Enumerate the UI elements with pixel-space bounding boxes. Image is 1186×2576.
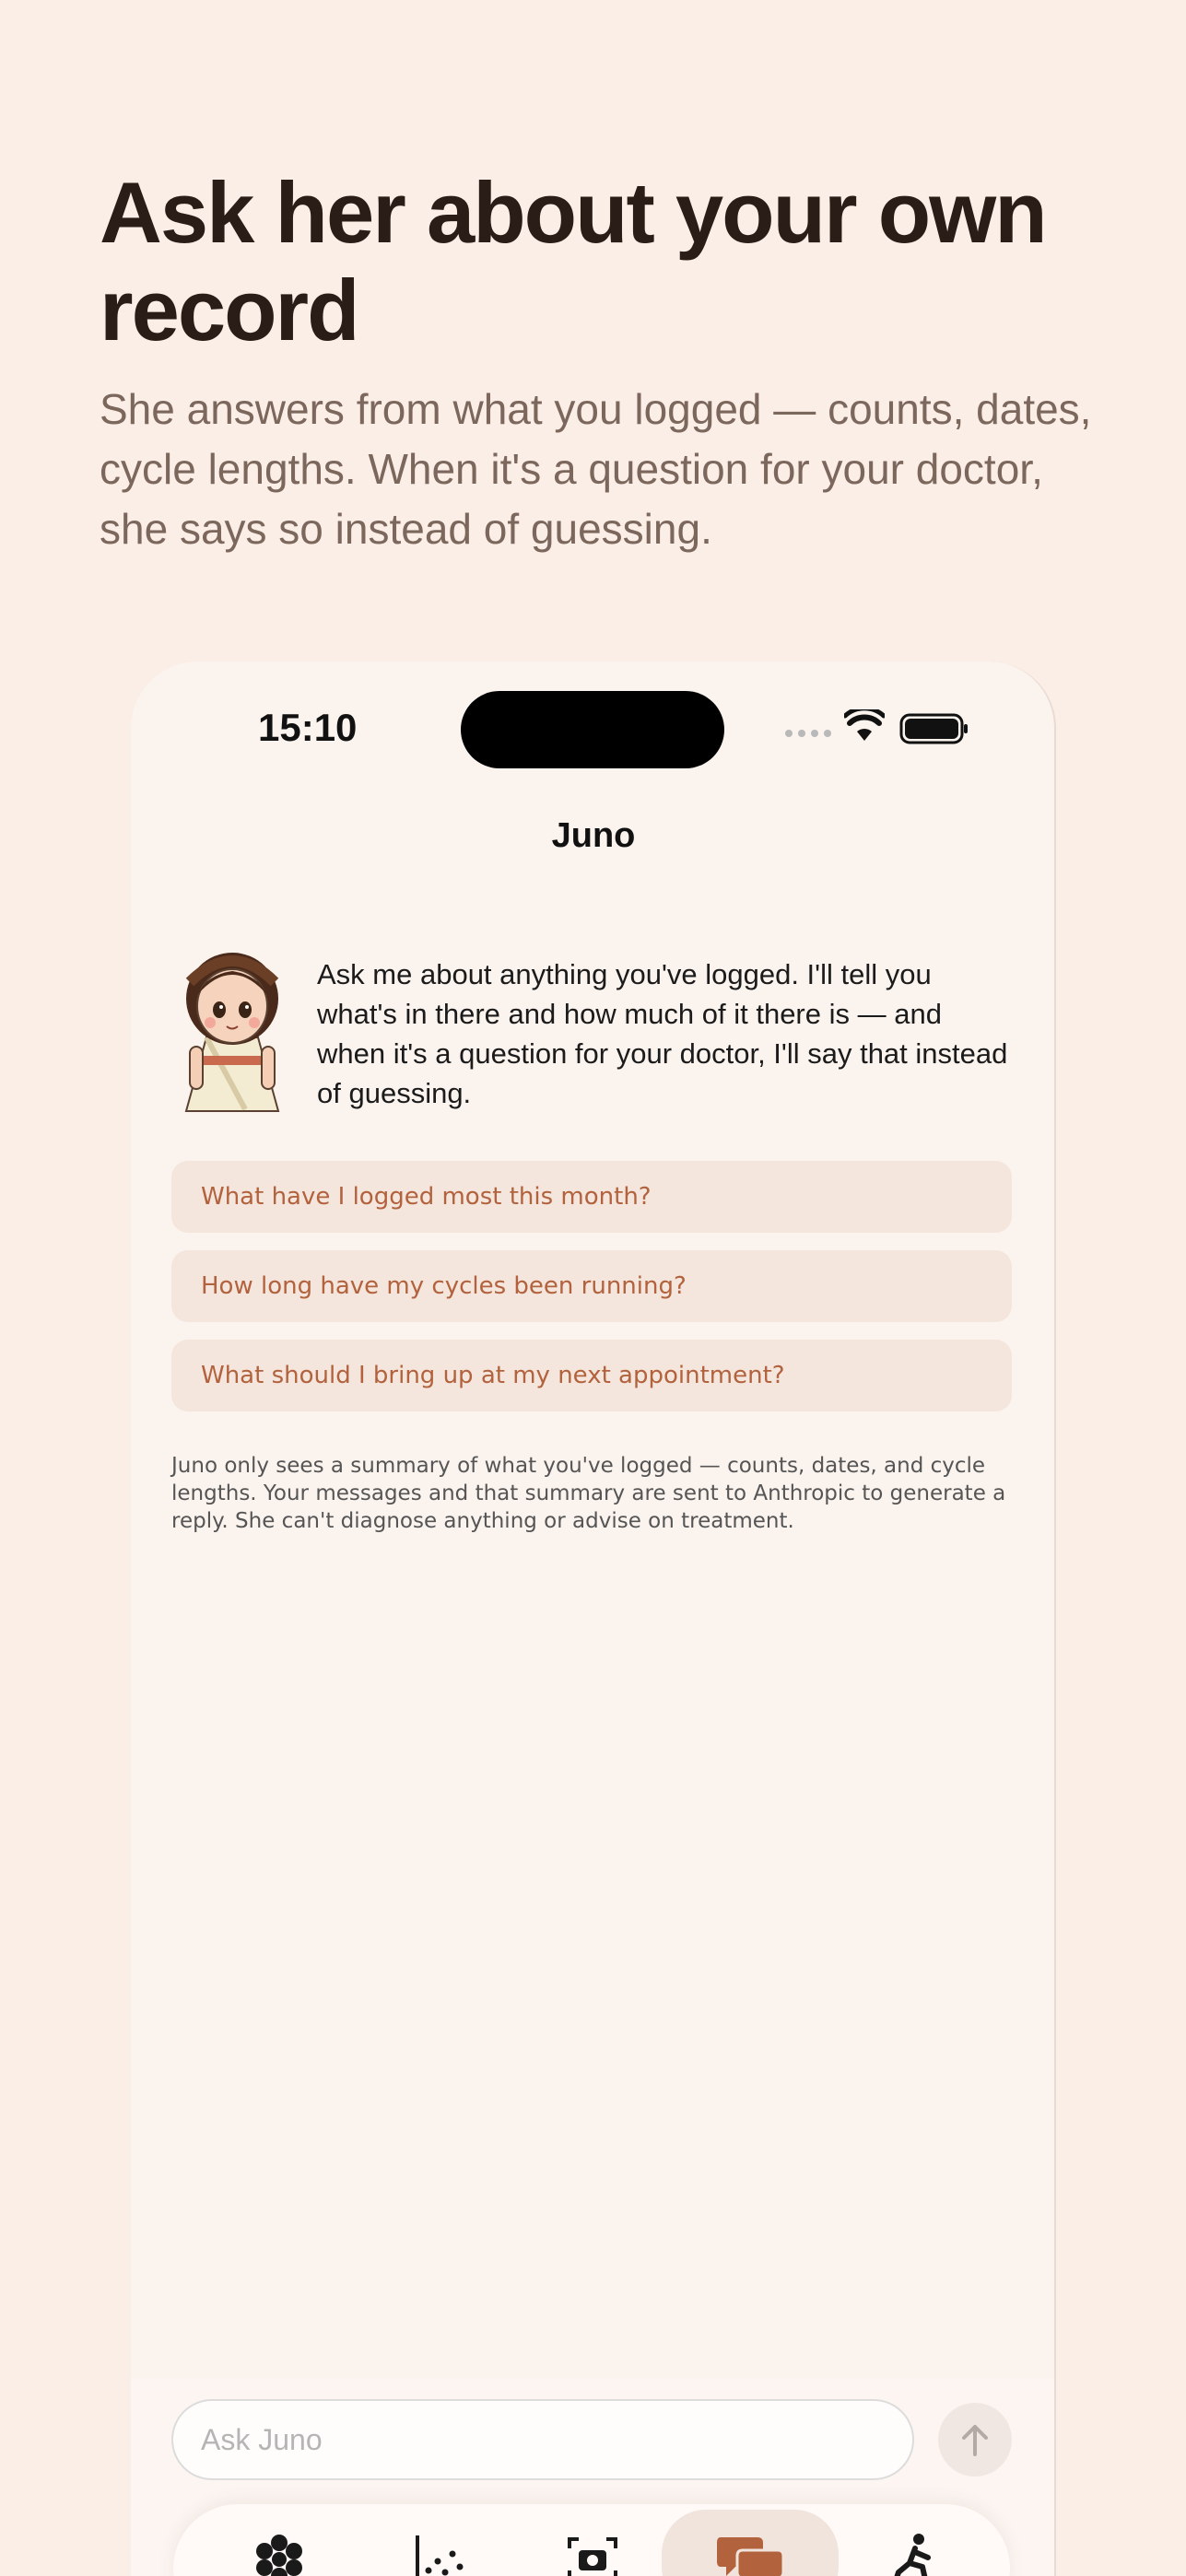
exercise-icon — [894, 2534, 931, 2576]
tab-flower[interactable] — [229, 2523, 330, 2576]
wifi-icon — [844, 709, 885, 741]
send-button[interactable] — [938, 2403, 1012, 2476]
tab-camera[interactable] — [542, 2523, 643, 2576]
tab-insights[interactable] — [391, 2523, 492, 2576]
suggestion-chip[interactable]: How long have my cycles been running? — [171, 1250, 1012, 1322]
signal-icon — [785, 730, 831, 737]
page: Ask her about your own record She answer… — [0, 0, 1186, 2576]
status-time: 15:10 — [258, 706, 358, 749]
camera-icon — [568, 2537, 617, 2576]
assistant-intro-message: Ask me about anything you've logged. I'l… — [317, 958, 1008, 1109]
phone-screen: 15:10 Juno Ask me about anything you've … — [131, 662, 1056, 2576]
subhead: She answers from what you logged — count… — [100, 385, 1092, 553]
battery-icon — [899, 713, 968, 744]
status-icons — [785, 709, 1016, 746]
juno-avatar — [184, 953, 280, 1112]
chat-bubbles-icon — [717, 2537, 785, 2576]
scatter-chart-icon — [416, 2535, 464, 2576]
flower-icon — [256, 2535, 302, 2576]
dynamic-island — [461, 691, 724, 768]
suggestion-chip[interactable]: What should I bring up at my next appoin… — [171, 1340, 1012, 1411]
suggestion-chip[interactable]: What have I logged most this month? — [171, 1161, 1012, 1233]
tab-bar — [173, 2504, 1010, 2576]
headline: Ask her about your own record — [100, 164, 1048, 358]
ask-input[interactable] — [171, 2399, 914, 2480]
privacy-disclaimer: Juno only sees a summary of what you've … — [171, 1454, 1006, 1533]
tab-exercise[interactable] — [864, 2523, 966, 2576]
arrow-up-icon — [962, 2425, 988, 2456]
nav-title: Juno — [551, 816, 636, 855]
tab-chat[interactable] — [662, 2510, 839, 2576]
